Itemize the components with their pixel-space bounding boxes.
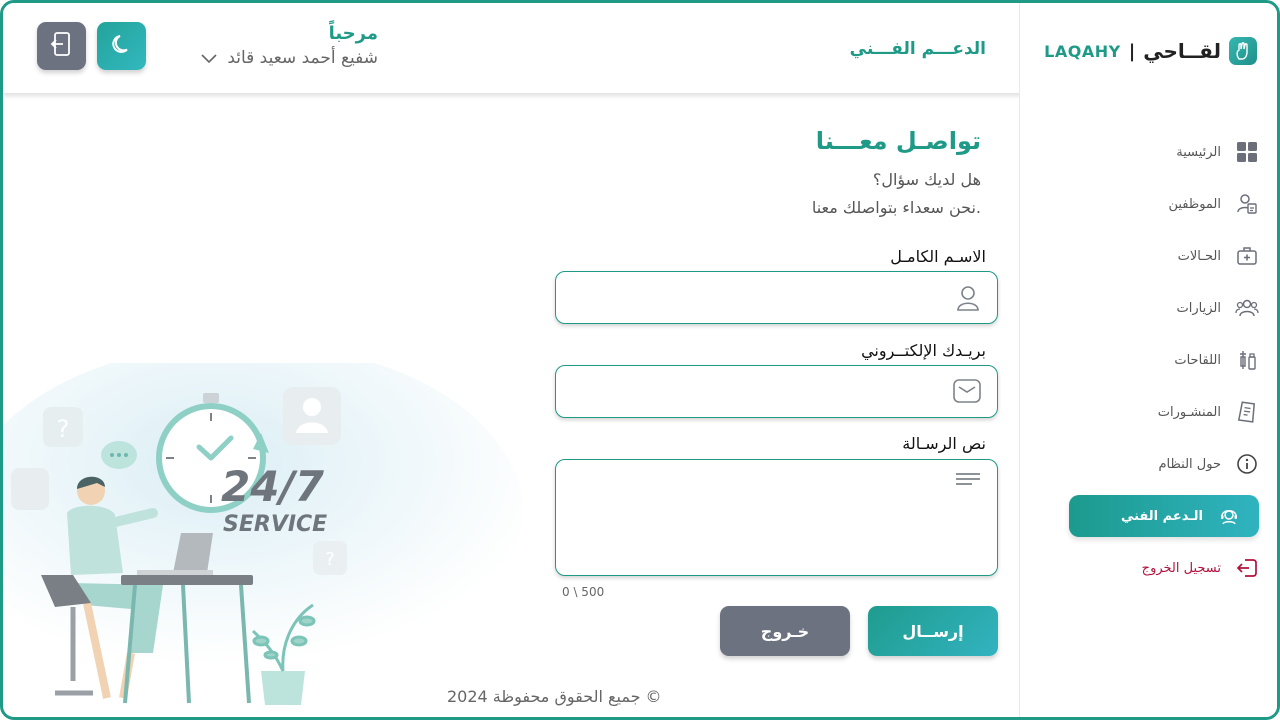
document-icon: [1235, 400, 1259, 424]
brand-name-en: LAQAHY: [1044, 41, 1121, 61]
sidebar-item-label: تسجيل الخروج: [1141, 560, 1221, 576]
message-label: نص الرسـالة: [902, 434, 986, 453]
sidebar-item-employees[interactable]: الموظفين: [1069, 183, 1259, 225]
sidebar-item-label: الـدعم الفني: [1120, 508, 1203, 524]
sidebar-item-visits[interactable]: الزيارات: [1069, 287, 1259, 329]
info-icon: [1235, 452, 1259, 476]
employees-icon: [1235, 192, 1259, 216]
email-input[interactable]: [556, 366, 997, 417]
sidebar-item-label: الزيارات: [1176, 300, 1221, 316]
envelope-icon: [953, 378, 981, 408]
email-label: بريـدك الإلكتــروني: [861, 341, 986, 360]
brand: لقــاحي | LAQAHY: [1044, 35, 1257, 67]
sidebar-item-posts[interactable]: المنشـورات: [1069, 391, 1259, 433]
sidebar-item-vaccines[interactable]: اللقاحات: [1069, 339, 1259, 381]
sidebar-nav: الرئيسية الموظفين الحـالات الزيارات اللق…: [1069, 131, 1259, 599]
contact-subtitle-happy: نحن سعداء بتواصلك معنا.: [811, 198, 981, 217]
chevron-down-icon[interactable]: [201, 49, 217, 68]
moon-icon: [110, 32, 134, 60]
app-frame: الدعـــم الفـــني مرحباً شفيع أحمد سعيد …: [0, 0, 1280, 720]
exit-button[interactable]: [37, 22, 86, 70]
character-counter: 0 \ 500: [562, 585, 605, 599]
name-input[interactable]: [556, 272, 997, 323]
text-lines-icon: [955, 470, 981, 492]
hand-logo-icon: [1229, 37, 1257, 65]
send-button[interactable]: إرســال: [868, 606, 998, 656]
user-greeting: مرحباً شفيع أحمد سعيد قائد: [201, 23, 378, 68]
name-label: الاسـم الكامـل: [890, 247, 986, 266]
email-field[interactable]: [555, 365, 998, 418]
logout-icon: [1235, 556, 1259, 580]
sidebar-item-label: حول النظام: [1158, 456, 1222, 472]
contact-title: تواصـل معـــنا: [815, 127, 981, 155]
brand-separator: |: [1128, 40, 1136, 62]
sidebar-item-logout[interactable]: تسجيل الخروج: [1069, 547, 1259, 589]
sidebar-item-label: اللقاحات: [1174, 352, 1221, 368]
page-heading: الدعـــم الفـــني: [849, 39, 986, 59]
user-name: شفيع أحمد سعيد قائد: [227, 48, 378, 68]
cancel-exit-button[interactable]: خـروج: [720, 606, 850, 656]
user-icon: [955, 284, 981, 316]
illustration-service: SERVICE: [223, 512, 327, 537]
sidebar-item-label: الحـالات: [1177, 248, 1221, 264]
visitors-icon: [1235, 296, 1259, 320]
message-textarea[interactable]: [556, 460, 997, 575]
theme-toggle-button[interactable]: [97, 22, 146, 70]
brand-name-ar: لقــاحي: [1143, 39, 1221, 63]
sidebar: لقــاحي | LAQAHY الرئيسية الموظفين الحـا…: [1019, 3, 1277, 717]
name-field[interactable]: [555, 271, 998, 324]
sidebar-item-cases[interactable]: الحـالات: [1069, 235, 1259, 277]
message-field[interactable]: [555, 459, 998, 576]
svg-text:?: ?: [57, 415, 70, 443]
support-illustration: ? ? 24/7 SERVICE: [3, 343, 523, 717]
exit-icon: [49, 30, 75, 62]
user-menu[interactable]: شفيع أحمد سعيد قائد: [201, 48, 378, 68]
sidebar-item-label: المنشـورات: [1157, 404, 1221, 420]
greeting-text: مرحباً: [328, 23, 378, 44]
illustration-247: 24/7: [221, 462, 325, 511]
footer-copyright: جميع الحقوق محفوظة 2024 ©: [447, 687, 662, 706]
grid-icon: [1235, 140, 1259, 164]
sidebar-item-label: الرئيسية: [1176, 144, 1221, 160]
medical-bag-icon: [1235, 244, 1259, 268]
support-icon: [1217, 504, 1241, 528]
sidebar-item-support[interactable]: الـدعم الفني: [1069, 495, 1259, 537]
svg-text:?: ?: [325, 549, 335, 570]
sidebar-item-about[interactable]: حول النظام: [1069, 443, 1259, 485]
top-header: الدعـــم الفـــني مرحباً شفيع أحمد سعيد …: [3, 3, 1022, 93]
contact-subtitle-question: هل لديك سؤال؟: [872, 170, 981, 189]
syringe-icon: [1235, 348, 1259, 372]
sidebar-item-home[interactable]: الرئيسية: [1069, 131, 1259, 173]
sidebar-item-label: الموظفين: [1168, 196, 1221, 212]
